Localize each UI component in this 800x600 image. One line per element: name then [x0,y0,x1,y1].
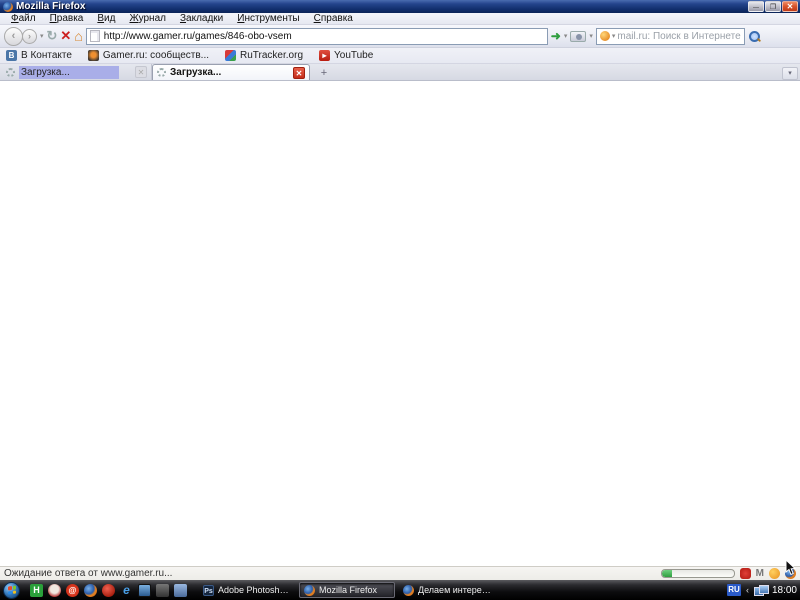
back-button[interactable]: ‹ [4,27,23,46]
system-tray: RU ‹ 18:00 [727,584,797,596]
taskbar: H @ e Ps Adobe Photoshop CS... Mozilla F… [0,580,800,600]
home-button[interactable]: ⌂ [74,28,82,44]
window-controls [748,1,798,12]
gamer-icon [88,50,99,61]
window-title: Mozilla Firefox [16,0,85,13]
quicklaunch-paw-icon[interactable] [48,584,61,597]
search-engine-dropdown-icon[interactable]: ▾ [612,32,616,40]
bookmark-label: YouTube [334,50,373,61]
gmail-notifier-icon[interactable]: M [756,568,764,579]
go-dropdown-icon[interactable]: ▾ [564,32,568,40]
status-bar: Ожидание ответа от www.gamer.ru... M [0,566,800,580]
quick-launch-bar: H @ e [30,584,187,597]
adblock-icon[interactable] [740,568,751,579]
mouse-cursor [785,560,797,576]
forward-button[interactable]: › [22,29,37,44]
bookmark-label: Gamer.ru: сообществ... [103,50,209,61]
quicklaunch-opera-icon[interactable] [102,584,115,597]
vk-icon: B [6,50,17,61]
task-buttons: Ps Adobe Photoshop CS... Mozilla Firefox… [199,582,495,598]
stop-button[interactable]: ✕ [60,28,71,44]
menu-history[interactable]: Журнал [122,13,173,25]
bookmark-vkontakte[interactable]: B В Контакте [6,50,72,61]
firefox-icon [403,585,414,596]
taskbar-clock[interactable]: 18:00 [772,585,797,596]
minimize-button[interactable] [748,1,764,12]
camera-icon[interactable] [570,31,586,42]
rutracker-icon [225,50,236,61]
list-all-tabs-icon[interactable]: ▾ [782,67,798,80]
history-dropdown-icon[interactable]: ▾ [40,32,44,40]
firefox-window: Mozilla Firefox Файл Правка Вид Журнал З… [0,0,800,580]
photoshop-icon: Ps [203,585,214,596]
camera-dropdown-icon[interactable]: ▾ [589,32,593,40]
menu-bookmarks[interactable]: Закладки [173,13,230,25]
desktop: Mozilla Firefox Файл Правка Вид Журнал З… [0,0,800,600]
search-go-icon[interactable] [748,30,761,43]
menu-view[interactable]: Вид [90,13,122,25]
search-engine-icon[interactable] [600,31,610,41]
status-text: Ожидание ответа от www.gamer.ru... [4,568,172,579]
quicklaunch-desktop-icon[interactable] [138,584,151,597]
tab-loading-2-active[interactable]: Загрузка... ✕ [152,64,310,80]
loading-spinner-icon [157,68,166,77]
menu-edit[interactable]: Правка [43,13,91,25]
firefox-app-icon [3,2,13,12]
quicklaunch-firefox-icon[interactable] [84,584,97,597]
taskbutton-photoshop[interactable]: Ps Adobe Photoshop CS... [199,582,295,598]
bookmark-rutracker[interactable]: RuTracker.org [225,50,303,61]
close-button[interactable] [782,1,798,12]
quicklaunch-torrent-icon[interactable]: H [30,584,43,597]
page-content [0,81,800,566]
menubar: Файл Правка Вид Журнал Закладки Инструме… [0,13,800,25]
tab-label: Загрузка... [19,66,119,79]
menu-help[interactable]: Справка [307,13,360,25]
status-right-cluster: M [661,568,796,579]
taskbutton-firefox[interactable]: Mozilla Firefox [299,582,395,598]
quicklaunch-mail-agent-icon[interactable]: @ [66,584,79,597]
language-indicator[interactable]: RU [727,584,741,596]
firefox-icon [304,585,315,596]
tray-collapse-icon[interactable]: ‹ [746,585,749,595]
quicklaunch-ie-icon[interactable]: e [120,584,133,597]
quicklaunch-laptop-icon[interactable] [156,584,169,597]
menu-tools[interactable]: Инструменты [230,13,306,25]
taskbutton-firefox-2[interactable]: Делаем интересное ... [399,582,495,598]
progress-bar [661,569,735,578]
new-tab-button[interactable]: + [316,66,332,80]
url-bar[interactable]: http://www.gamer.ru/games/846-obo-vsem [86,28,548,45]
menu-file[interactable]: Файл [4,13,43,25]
reload-button[interactable]: ↻ [47,28,58,44]
youtube-icon [319,50,330,61]
smiley-addon-icon[interactable] [769,568,780,579]
tab-close-icon[interactable]: ✕ [293,67,305,79]
tab-strip: Загрузка... ✕ Загрузка... ✕ + ▾ [0,64,800,81]
progress-fill [662,570,672,577]
bookmark-gamer-ru[interactable]: Gamer.ru: сообществ... [88,50,209,61]
bookmark-youtube[interactable]: YouTube [319,50,373,61]
tab-close-icon[interactable]: ✕ [135,66,147,78]
titlebar[interactable]: Mozilla Firefox [0,0,800,13]
loading-spinner-icon [6,68,15,77]
bookmarks-toolbar: B В Контакте Gamer.ru: сообществ... RuTr… [0,48,800,64]
maximize-button[interactable] [765,1,781,12]
url-text[interactable]: http://www.gamer.ru/games/846-obo-vsem [104,31,292,42]
tab-label: Загрузка... [170,67,221,78]
bookmark-label: В Контакте [21,50,72,61]
tab-loading-1[interactable]: Загрузка... ✕ [2,64,152,80]
go-button[interactable]: ➜ [551,29,561,43]
network-icon[interactable] [754,585,767,595]
bookmark-label: RuTracker.org [240,50,303,61]
windows-logo-icon [8,586,16,595]
page-favicon [90,30,100,42]
navigation-toolbar: ‹ › ▾ ↻ ✕ ⌂ http://www.gamer.ru/games/84… [0,25,800,48]
search-placeholder[interactable]: mail.ru: Поиск в Интернете [617,31,740,42]
start-button[interactable] [3,582,20,599]
quicklaunch-explorer-icon[interactable] [174,584,187,597]
search-box[interactable]: ▾ mail.ru: Поиск в Интернете [596,28,745,45]
